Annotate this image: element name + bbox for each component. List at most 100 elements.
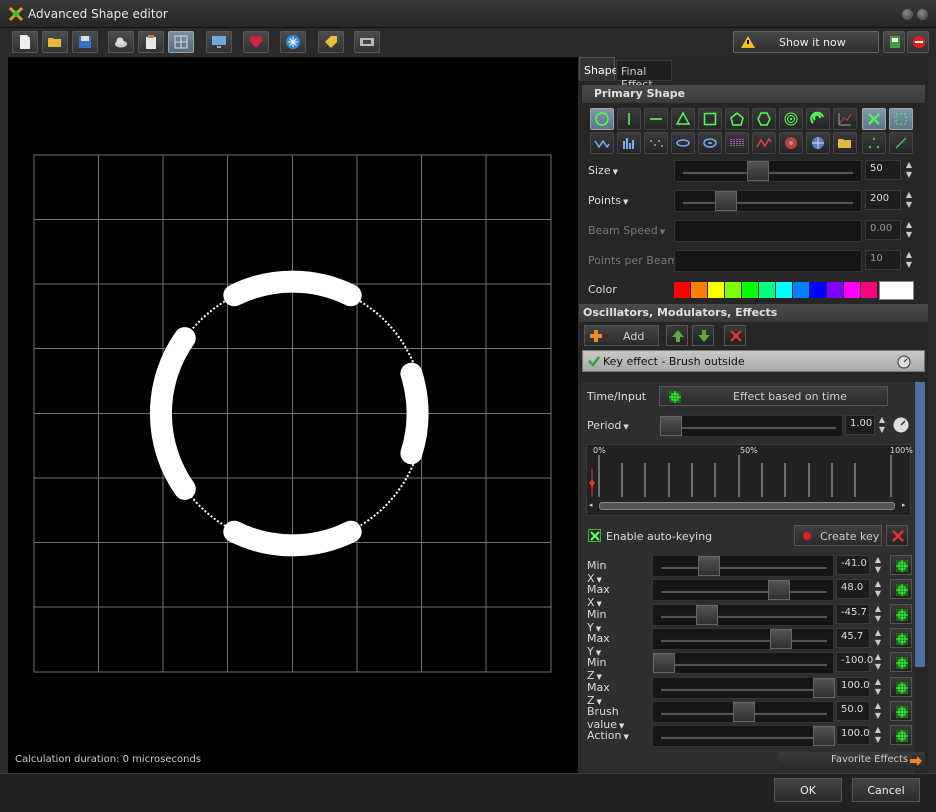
max-x-slider-thumb[interactable] [768,580,791,601]
cancel-button[interactable]: Cancel [852,778,920,802]
export-button[interactable] [883,31,905,53]
shape-ellipse-button[interactable] [671,132,695,154]
color-swatch[interactable] [861,282,877,298]
size-slider-thumb[interactable] [747,161,769,181]
snowflake-button[interactable] [280,31,306,53]
min-x-slider[interactable] [652,555,834,577]
minimize-icon[interactable] [902,9,913,20]
selected-color-swatch[interactable] [879,281,914,300]
points-spinner[interactable]: ▲ ▼ [903,190,915,210]
max-z-oscillator-button[interactable] [890,676,912,697]
shape-globe-button[interactable] [806,132,830,154]
max-z-slider-thumb[interactable] [813,677,835,698]
show-it-now-button[interactable]: Show it now [733,31,879,53]
max-y-oscillator-button[interactable] [890,627,912,648]
max-y-label[interactable]: Max Y ▼ [587,632,610,658]
max-x-label[interactable]: Max X ▼ [587,583,610,609]
new-file-button[interactable] [12,31,38,53]
color-swatch[interactable] [742,282,758,298]
clipboard-button[interactable] [138,31,164,53]
points-label[interactable]: Points ▼ [588,194,628,207]
shape-bars-button[interactable] [617,132,641,154]
tag-button[interactable] [318,31,344,53]
shape-hline-button[interactable] [644,108,668,130]
period-label[interactable]: Period ▼ [587,419,629,432]
max-x-value[interactable]: 48.0 [836,579,870,600]
scroll-right-icon[interactable]: ▸ [902,501,906,509]
min-x-slider-thumb[interactable] [697,556,720,576]
period-slider[interactable] [659,415,843,437]
min-z-slider-thumb[interactable] [653,653,675,674]
min-x-label[interactable]: Min X ▼ [587,559,607,585]
brush-value-value[interactable]: 50.0 [836,700,870,721]
shape-record-button[interactable] [779,132,803,154]
shape-spiral-button[interactable] [779,108,803,130]
shape-corners-button[interactable] [889,108,913,130]
shape-graph-button[interactable] [833,108,857,130]
effect-scrollbar[interactable] [915,382,925,667]
color-swatch[interactable] [776,282,792,298]
max-x-oscillator-button[interactable] [890,579,912,600]
max-z-value[interactable]: 100.0 [836,676,870,697]
min-x-value[interactable]: -41.0 [836,555,870,575]
min-z-slider[interactable] [652,652,834,675]
brush-value-slider-thumb[interactable] [733,701,755,722]
add-effect-button[interactable]: Add [584,325,659,346]
auto-keying-checkbox[interactable] [588,529,601,542]
move-up-button[interactable] [666,325,688,346]
max-x-spinner[interactable]: ▲ ▼ [872,579,884,599]
delete-key-button[interactable] [886,525,908,546]
shape-disc-button[interactable] [698,132,722,154]
points-slider[interactable] [674,190,862,212]
period-spinner[interactable]: ▲ ▼ [876,415,888,435]
shape-zigzag-button[interactable] [752,132,776,154]
color-swatch[interactable] [674,282,690,298]
shape-cross-button[interactable] [862,108,886,130]
brush-value-label[interactable]: Brush value ▼ [587,705,624,731]
ok-button[interactable]: OK [774,778,842,802]
create-key-button[interactable]: Create key [794,525,882,546]
color-swatch[interactable] [844,282,860,298]
action-oscillator-button[interactable] [890,725,912,746]
brush-value-spinner[interactable]: ▲ ▼ [872,701,884,721]
min-y-oscillator-button[interactable] [890,603,912,624]
color-swatch[interactable] [708,282,724,298]
shape-dots-button[interactable] [644,132,668,154]
color-swatch[interactable] [725,282,741,298]
color-swatch[interactable] [810,282,826,298]
min-z-oscillator-button[interactable] [890,652,912,673]
max-y-slider[interactable] [652,627,834,650]
shape-hexagon-button[interactable] [752,108,776,130]
grid-button[interactable] [168,31,194,53]
scroll-left-icon[interactable]: ◂ [589,501,593,509]
points-slider-thumb[interactable] [715,191,737,211]
min-y-spinner[interactable]: ▲ ▼ [872,604,884,624]
shape-wave-button[interactable] [590,132,614,154]
tab-shape[interactable]: Shape [579,57,618,81]
max-z-spinner[interactable]: ▲ ▼ [872,677,884,697]
keyframe-timeline[interactable]: 0% 50% 100% ◂ ▸ [586,444,913,516]
preview-canvas[interactable]: Calculation duration: 0 microseconds [8,57,578,773]
open-button[interactable] [42,31,68,53]
action-spinner[interactable]: ▲ ▼ [872,725,884,745]
delete-effect-button[interactable] [724,325,746,346]
action-label[interactable]: Action ▼ [587,729,629,742]
min-x-spinner[interactable]: ▲ ▼ [872,555,884,575]
period-slider-thumb[interactable] [660,416,682,436]
min-y-slider[interactable] [652,603,834,626]
stop-button[interactable] [907,31,929,53]
action-value[interactable]: 100.0 [836,725,870,746]
min-z-value[interactable]: -100.0 [836,652,873,673]
period-value[interactable]: 1.00 [845,415,875,435]
shape-square-button[interactable] [698,108,722,130]
action-slider-thumb[interactable] [813,726,835,747]
max-y-value[interactable]: 45.7 [836,627,870,648]
save-button[interactable] [72,31,98,53]
min-y-value[interactable]: -45.7 [836,603,870,624]
points-value[interactable]: 200 [865,190,901,210]
min-y-slider-thumb[interactable] [696,604,719,625]
timeline-scrollbar[interactable] [599,502,895,510]
shape-pentagon-button[interactable] [725,108,749,130]
brush-value-slider[interactable] [652,700,834,723]
size-slider[interactable] [674,160,862,182]
